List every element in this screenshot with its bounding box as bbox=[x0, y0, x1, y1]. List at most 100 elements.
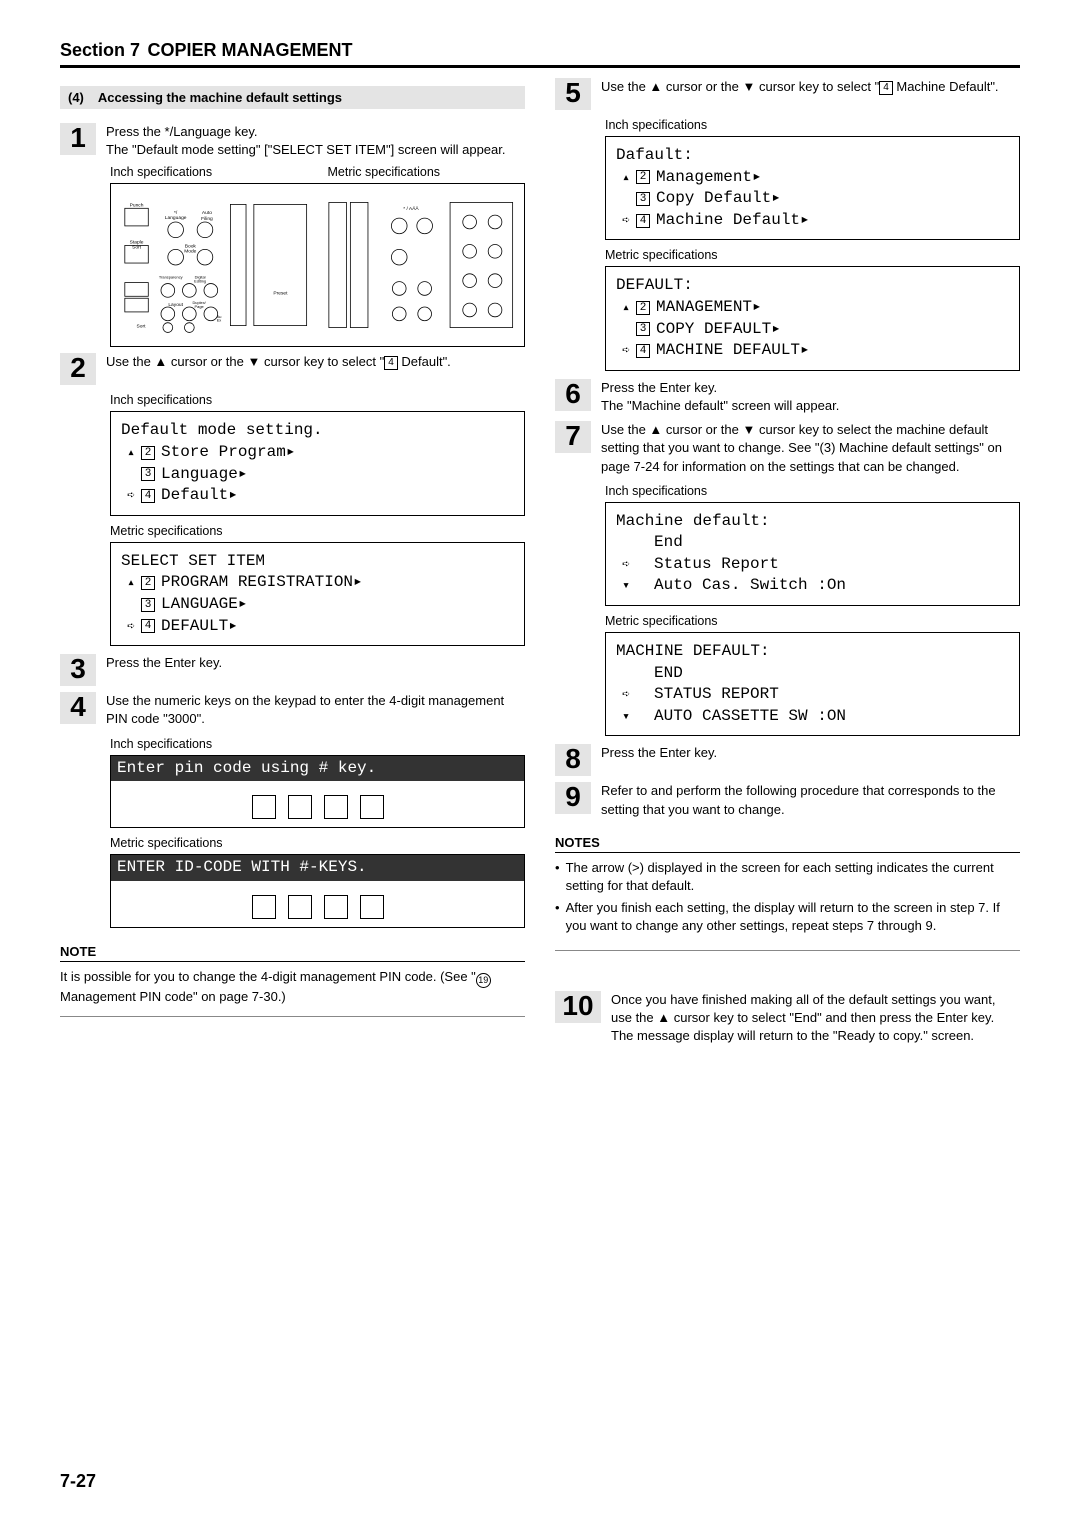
arrow-right-icon: ▸ bbox=[752, 297, 762, 319]
bullet-row: • The arrow (>) displayed in the screen … bbox=[555, 859, 1020, 895]
s5-c: cursor key to select " bbox=[755, 79, 879, 94]
step-10: 10 Once you have finished making all of … bbox=[555, 991, 1020, 1046]
cursor-icon: ➪ bbox=[616, 686, 636, 704]
step-text: Press the Enter key. bbox=[601, 744, 717, 776]
step-text: Once you have finished making all of the… bbox=[611, 991, 1020, 1046]
note-heading: NOTE bbox=[60, 944, 525, 962]
s5-b: cursor or the bbox=[662, 79, 742, 94]
pin-digit-row bbox=[121, 895, 514, 919]
lcd-pincode-inch: Enter pin code using # key. bbox=[110, 755, 525, 829]
lcd-row: ➪ Status Report bbox=[616, 554, 1009, 576]
lcd-row: ➪4Default▸ bbox=[121, 485, 514, 507]
up-icon: ▴ bbox=[121, 574, 141, 592]
svg-text:Auto: Auto bbox=[202, 211, 212, 217]
pin-digit bbox=[252, 895, 276, 919]
menu-num-4: 4 bbox=[141, 489, 155, 503]
up-cursor-icon bbox=[657, 1010, 670, 1025]
arrow-right-icon: ▸ bbox=[228, 485, 238, 507]
lcd-row: ▴2Management▸ bbox=[616, 167, 1009, 189]
control-panel-metric: * / AÄÂ bbox=[323, 190, 519, 340]
lcd-default-metric: DEFAULT: ▴2MANAGEMENT▸ 3COPY DEFAULT▸ ➪4… bbox=[605, 266, 1020, 370]
control-panel-inch: Punch */ Language Auto Filing Book Mode … bbox=[117, 190, 313, 340]
step-2: 2 Use the cursor or the cursor key to se… bbox=[60, 353, 525, 385]
step-text: Press the Enter key. The "Machine defaul… bbox=[601, 379, 839, 415]
lcd-item: END bbox=[654, 663, 683, 685]
svg-text:Language: Language bbox=[165, 215, 187, 221]
step-text: Press the Enter key. bbox=[106, 654, 222, 686]
menu-num-4: 4 bbox=[636, 344, 650, 358]
lcd-row: ▴2PROGRAM REGISTRATION▸ bbox=[121, 572, 514, 594]
cursor-icon: ➪ bbox=[616, 342, 636, 360]
cursor-icon: ➪ bbox=[616, 212, 636, 230]
inch-label: Inch specifications bbox=[605, 118, 1020, 132]
menu-num-2: 2 bbox=[141, 576, 155, 590]
lcd-item: LANGUAGE bbox=[161, 594, 238, 616]
notes-body: • The arrow (>) displayed in the screen … bbox=[555, 859, 1020, 951]
arrow-right-icon: ▸ bbox=[228, 616, 238, 638]
right-column: 5 Use the cursor or the cursor key to se… bbox=[555, 78, 1020, 1051]
lcd-item: MANAGEMENT bbox=[656, 297, 752, 319]
up-icon: ▴ bbox=[616, 169, 636, 187]
lcd-item: Copy Default bbox=[656, 188, 771, 210]
lcd-item: STATUS REPORT bbox=[654, 684, 779, 706]
note1-b: Management PIN code" on page 7-30.) bbox=[60, 989, 286, 1004]
lcd-item: Machine Default bbox=[656, 210, 800, 232]
menu-num-2: 2 bbox=[141, 446, 155, 460]
svg-text:Preset: Preset bbox=[273, 291, 288, 297]
step-1: 1 Press the */Language key. The "Default… bbox=[60, 123, 525, 159]
step-6: 6 Press the Enter key. The "Machine defa… bbox=[555, 379, 1020, 415]
pin-digit bbox=[288, 895, 312, 919]
lcd-item: Auto Cas. Switch :On bbox=[654, 575, 846, 597]
cursor-icon: ➪ bbox=[121, 618, 141, 636]
page: Section 7 COPIER MANAGEMENT (4) Accessin… bbox=[0, 0, 1080, 1528]
step-number: 5 bbox=[555, 78, 591, 110]
left-column: (4) Accessing the machine default settin… bbox=[60, 78, 525, 1051]
lcd-row: ➪ STATUS REPORT bbox=[616, 684, 1009, 706]
metric-label: Metric specifications bbox=[110, 836, 525, 850]
inch-label: Inch specifications bbox=[110, 737, 525, 751]
lcd-item: Default bbox=[161, 485, 228, 507]
note-text: It is possible for you to change the 4-d… bbox=[60, 968, 525, 1017]
bullet-dot: • bbox=[555, 859, 560, 895]
step-text: Use the cursor or the cursor key to sele… bbox=[601, 421, 1020, 476]
s7-b: cursor or the bbox=[662, 422, 742, 437]
lcd-title: Machine default: bbox=[616, 511, 1009, 533]
lcd-title: SELECT SET ITEM bbox=[121, 551, 514, 573]
up-icon: ▴ bbox=[121, 444, 141, 462]
pin-digit bbox=[324, 795, 348, 819]
step2-b: cursor or the bbox=[167, 354, 247, 369]
arrow-right-icon: ▸ bbox=[800, 210, 810, 232]
lcd-item: AUTO CASSETTE SW :ON bbox=[654, 706, 846, 728]
section-title: COPIER MANAGEMENT bbox=[148, 40, 353, 60]
down-cursor-icon bbox=[248, 354, 261, 369]
step-number: 4 bbox=[60, 692, 96, 724]
lcd-title: DEFAULT: bbox=[616, 275, 1009, 297]
lcd-row: ➪4 MACHINE DEFAULT▸ bbox=[616, 340, 1009, 362]
lcd-row: End bbox=[616, 532, 1009, 554]
arrow-right-icon: ▸ bbox=[752, 167, 762, 189]
svg-text:Sort: Sort bbox=[137, 324, 147, 330]
metric-label: Metric specifications bbox=[328, 165, 526, 179]
down-cursor-icon bbox=[743, 79, 756, 94]
s6-l2: The "Machine default" screen will appear… bbox=[601, 398, 839, 413]
metric-label: Metric specifications bbox=[110, 524, 525, 538]
bullet-row: • After you finish each setting, the dis… bbox=[555, 899, 1020, 935]
step1-line1: Press the */Language key. bbox=[106, 124, 258, 139]
boxed-4: 4 bbox=[879, 81, 893, 95]
subsection-text: Accessing the machine default settings bbox=[98, 90, 342, 105]
lcd-header: ENTER ID-CODE WITH #-KEYS. bbox=[111, 855, 524, 881]
lcd-item: MACHINE DEFAULT bbox=[656, 340, 800, 362]
lcd-item: Status Report bbox=[654, 554, 779, 576]
up-cursor-icon bbox=[154, 354, 167, 369]
note-bullet-1: The arrow (>) displayed in the screen fo… bbox=[566, 859, 1020, 895]
svg-text:Mode: Mode bbox=[184, 249, 196, 255]
arrow-right-icon: ▸ bbox=[800, 340, 810, 362]
step-text: Press the */Language key. The "Default m… bbox=[106, 123, 505, 159]
control-panel-diagram: Punch */ Language Auto Filing Book Mode … bbox=[110, 183, 525, 347]
menu-num-3: 3 bbox=[636, 322, 650, 336]
cursor-icon: ➪ bbox=[616, 556, 636, 574]
step-number: 2 bbox=[60, 353, 96, 385]
svg-text:Page: Page bbox=[195, 304, 204, 309]
arrow-right-icon: ▸ bbox=[238, 594, 248, 616]
inch-label: Inch specifications bbox=[110, 393, 525, 407]
